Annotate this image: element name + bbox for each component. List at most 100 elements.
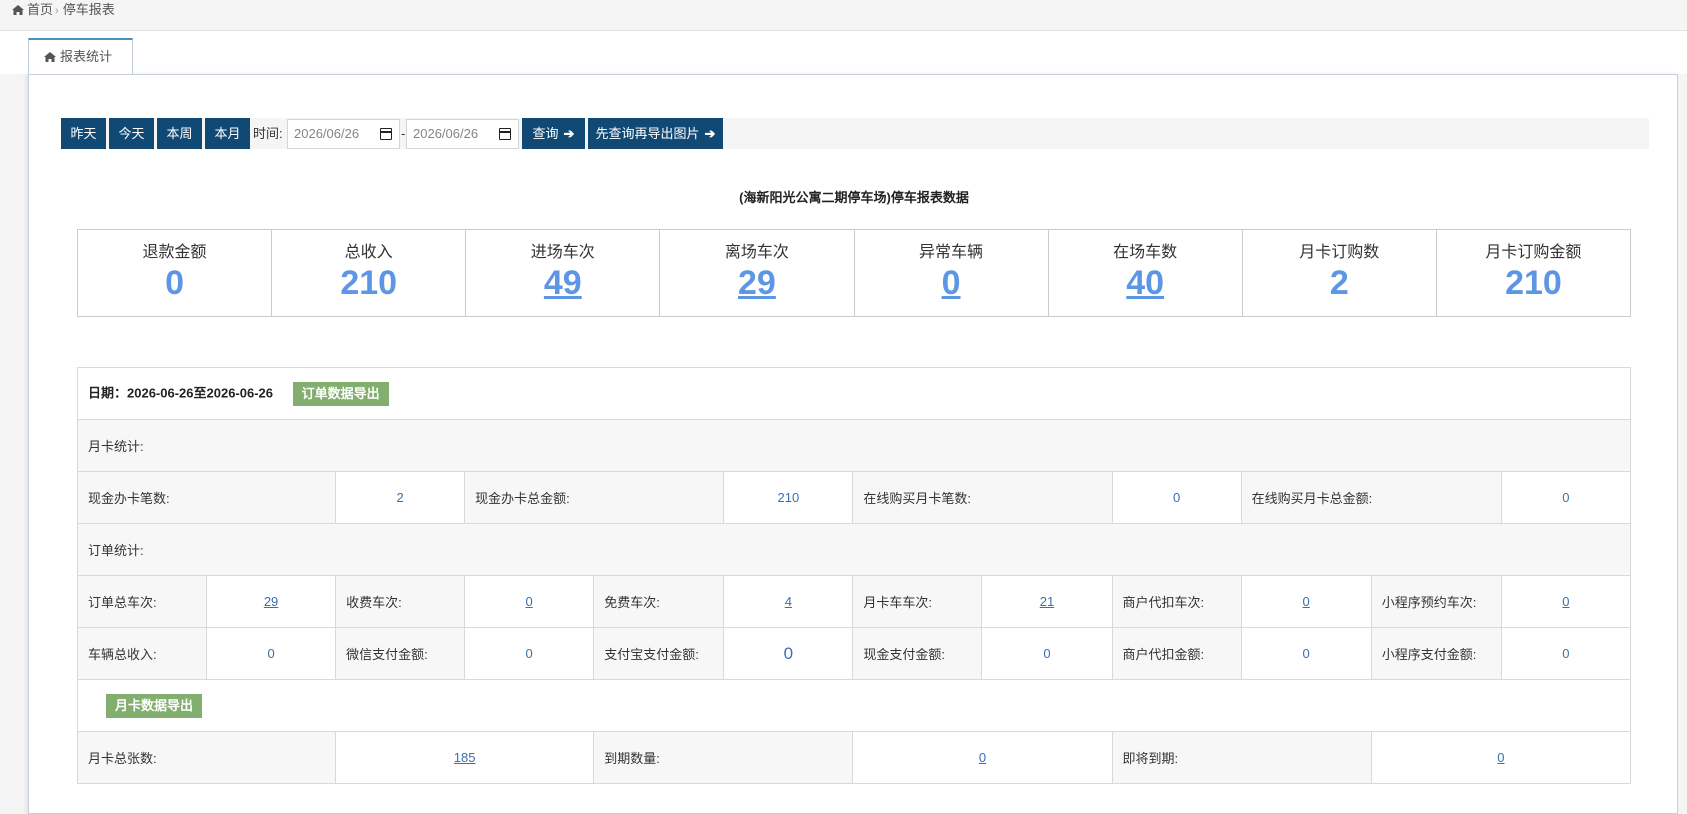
- tab-bar: 报表统计: [0, 31, 1687, 74]
- cell-label: 小程序预约车次:: [1370, 575, 1502, 628]
- stat-value-link[interactable]: 0: [855, 263, 1048, 303]
- stat-label: 月卡订购数: [1299, 244, 1380, 261]
- report-panel: 昨天 今天 本周 本月 时间: 2026/06/26 - 2026/06/26 …: [28, 74, 1678, 814]
- cell-value: 0: [852, 731, 1113, 784]
- cell-label: 在线购买月卡笔数:: [852, 471, 1113, 524]
- cell-value: 29: [206, 575, 337, 628]
- cell-value: 0: [1240, 575, 1372, 628]
- stat-label: 总收入: [344, 244, 393, 261]
- start-date-value: 2026/06/26: [294, 126, 360, 141]
- cell-label: 在线购买月卡总金额:: [1240, 471, 1502, 524]
- cell-value-link[interactable]: 0: [1497, 750, 1504, 765]
- section-order-heading: 订单统计:: [77, 523, 1631, 576]
- home-icon: [12, 5, 24, 15]
- cell-value-link[interactable]: 0: [1303, 594, 1310, 609]
- query-label: 查询: [532, 126, 559, 141]
- cell-label: 现金办卡笔数:: [76, 471, 337, 524]
- cell-value-link[interactable]: 0: [979, 750, 986, 765]
- stat-value: 210: [1505, 264, 1562, 302]
- end-date-input[interactable]: 2026/06/26: [406, 119, 519, 149]
- cell-label: 订单总车次:: [76, 575, 208, 628]
- table-row: 月卡统计:: [77, 419, 1631, 472]
- table-row: 车辆总收入: 0 微信支付金额: 0 支付宝支付金额: 0 现金支付金额: 0 …: [76, 627, 1632, 680]
- cell-value: 0: [723, 627, 854, 680]
- breadcrumb: 首页 › 停车报表: [0, 0, 1687, 31]
- date-range-text: 日期：2026-06-26至2026-06-26: [88, 384, 273, 400]
- date-range-dash: -: [401, 126, 406, 141]
- stat-label: 进场车次: [530, 244, 595, 261]
- stat-value: 2: [1329, 264, 1349, 302]
- table-row: 月卡总张数: 185 到期数量: 0 即将到期: 0: [76, 731, 1632, 784]
- stat-value: 0: [165, 264, 185, 302]
- this-month-button[interactable]: 本月: [205, 118, 250, 149]
- query-button[interactable]: 查询 ➔: [522, 118, 585, 149]
- cell-value-link[interactable]: 0: [1562, 594, 1569, 609]
- end-date-value: 2026/06/26: [413, 126, 479, 141]
- tab-report-stats[interactable]: 报表统计: [28, 38, 133, 74]
- calendar-icon[interactable]: [380, 128, 392, 140]
- cell-label: 月卡车车次:: [852, 575, 983, 628]
- monthcard-export-button[interactable]: 月卡数据导出: [106, 693, 203, 718]
- cell-value: 0: [1500, 471, 1632, 524]
- this-week-button[interactable]: 本周: [157, 118, 202, 149]
- breadcrumb-home[interactable]: 首页: [27, 2, 53, 17]
- cell-label: 收费车次:: [335, 575, 466, 628]
- cell-value-link[interactable]: 29: [264, 594, 278, 609]
- today-button[interactable]: 今天: [109, 118, 154, 149]
- home-icon: [44, 52, 56, 62]
- cell-value: 0: [464, 627, 595, 680]
- calendar-icon[interactable]: [499, 128, 511, 140]
- stat-total-income: 总收入 210: [272, 230, 467, 316]
- stat-in-lot: 在场车数 40: [1049, 230, 1243, 316]
- cell-value: 0: [206, 627, 337, 680]
- arrow-right-icon: ➔: [704, 126, 716, 141]
- start-date-input[interactable]: 2026/06/26: [287, 119, 400, 149]
- cell-value-link[interactable]: 21: [1040, 594, 1054, 609]
- cell-value-link[interactable]: 4: [785, 594, 792, 609]
- stat-value: 210: [340, 264, 398, 302]
- stat-exits: 离场车次 29: [660, 230, 855, 316]
- table-row: 日期：2026-06-26至2026-06-26 订单数据导出: [77, 367, 1631, 420]
- table-row: 月卡数据导出: [77, 679, 1631, 732]
- cell-label: 现金支付金额:: [852, 627, 983, 680]
- stat-value-link[interactable]: 40: [1049, 263, 1242, 303]
- stat-value-link[interactable]: 29: [660, 263, 853, 303]
- cell-label: 商户代扣金额:: [1111, 627, 1242, 680]
- stat-label: 异常车辆: [919, 244, 984, 261]
- cell-value: 0: [1240, 627, 1372, 680]
- cell-value-link[interactable]: 0: [526, 594, 533, 609]
- filter-toolbar: 昨天 今天 本周 本月 时间: 2026/06/26 - 2026/06/26 …: [61, 118, 1649, 149]
- cell-value-link[interactable]: 185: [454, 750, 476, 765]
- stat-refund: 退款金额 0: [78, 230, 273, 316]
- cell-value: 2: [335, 471, 466, 524]
- stat-value-link[interactable]: 49: [466, 263, 659, 303]
- stat-abnormal: 异常车辆 0: [855, 230, 1049, 316]
- cell-value: 4: [723, 575, 854, 628]
- cell-label: 月卡总张数:: [76, 731, 337, 784]
- stat-label: 退款金额: [142, 244, 207, 261]
- query-export-button[interactable]: 先查询再导出图片 ➔: [588, 118, 723, 149]
- order-export-button[interactable]: 订单数据导出: [292, 381, 389, 406]
- cell-value: 0: [1370, 731, 1632, 784]
- cell-label: 即将到期:: [1111, 731, 1372, 784]
- arrow-right-icon: ➔: [563, 126, 575, 141]
- cell-value: 0: [1500, 627, 1632, 680]
- stat-entries: 进场车次 49: [466, 230, 661, 316]
- cell-label: 到期数量:: [593, 731, 854, 784]
- table-row: 现金办卡笔数: 2 现金办卡总金额: 210 在线购买月卡笔数: 0 在线购买月…: [76, 471, 1632, 524]
- cell-label: 车辆总收入:: [76, 627, 208, 680]
- cell-value: 185: [335, 731, 595, 784]
- cell-label: 现金办卡总金额:: [464, 471, 725, 524]
- summary-stats: 退款金额 0 总收入 210 进场车次 49 离场车次 29 异常车辆 0 在场车数 40 …: [77, 229, 1631, 317]
- cell-label: 微信支付金额:: [335, 627, 466, 680]
- stat-monthly-amount: 月卡订购金额 210: [1437, 230, 1630, 316]
- cell-value: 0: [1111, 471, 1242, 524]
- table-row: 订单统计:: [77, 523, 1631, 576]
- stat-label: 在场车数: [1113, 244, 1178, 261]
- breadcrumb-current: 停车报表: [62, 2, 115, 17]
- yesterday-button[interactable]: 昨天: [61, 118, 106, 149]
- section-monthly-heading: 月卡统计:: [77, 419, 1631, 472]
- cell-label: 商户代扣车次:: [1111, 575, 1242, 628]
- breadcrumb-separator: ›: [55, 5, 59, 17]
- query-export-label: 先查询再导出图片: [595, 126, 700, 141]
